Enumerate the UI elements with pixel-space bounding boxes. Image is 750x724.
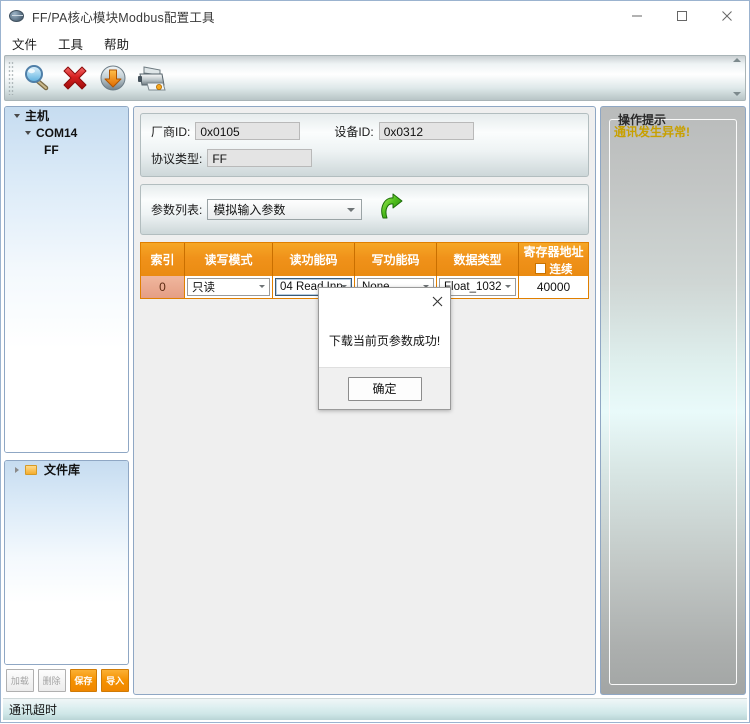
success-dialog: 下载当前页参数成功! 确定 xyxy=(318,287,451,410)
modal-overlay: 下载当前页参数成功! 确定 xyxy=(1,1,750,724)
app-window: FF/PA核心模块Modbus配置工具 文件 工具 帮助 主机 COM14 FF… xyxy=(0,0,750,723)
dialog-body: 下载当前页参数成功! xyxy=(319,315,450,367)
dialog-title-bar xyxy=(319,288,450,315)
dialog-footer: 确定 xyxy=(319,367,450,409)
dialog-ok-button[interactable]: 确定 xyxy=(347,376,422,401)
dialog-close-icon[interactable] xyxy=(424,289,450,315)
dialog-message: 下载当前页参数成功! xyxy=(328,333,441,348)
